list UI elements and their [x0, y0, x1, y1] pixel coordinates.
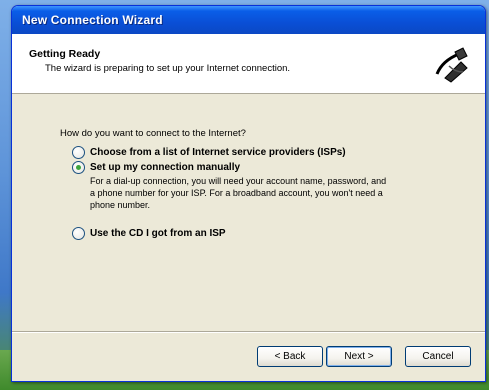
- radio-isp-cd[interactable]: [72, 227, 85, 240]
- option-manual-setup[interactable]: Set up my connection manually: [72, 161, 240, 174]
- footer-divider: [12, 331, 485, 333]
- radio-manual-setup[interactable]: [72, 161, 85, 174]
- next-button[interactable]: Next >: [326, 346, 392, 367]
- option-choose-isp[interactable]: Choose from a list of Internet service p…: [72, 146, 346, 159]
- window-title: New Connection Wizard: [22, 13, 163, 27]
- connection-wizard-icon: [431, 44, 471, 84]
- cancel-button[interactable]: Cancel: [405, 346, 471, 367]
- connection-question: How do you want to connect to the Intern…: [60, 128, 246, 139]
- radio-choose-isp[interactable]: [72, 146, 85, 159]
- wizard-header: Getting Ready The wizard is preparing to…: [12, 34, 485, 94]
- option-choose-isp-label: Choose from a list of Internet service p…: [90, 147, 346, 158]
- manual-setup-description: For a dial-up connection, you will need …: [90, 176, 387, 210]
- option-isp-cd[interactable]: Use the CD I got from an ISP: [72, 227, 226, 240]
- header-title: Getting Ready: [29, 48, 101, 60]
- option-manual-setup-label: Set up my connection manually: [90, 162, 241, 173]
- wizard-content: How do you want to connect to the Intern…: [12, 94, 485, 333]
- wizard-window: New Connection Wizard Getting Ready The …: [11, 5, 486, 382]
- title-bar[interactable]: New Connection Wizard: [12, 6, 485, 34]
- header-subtitle: The wizard is preparing to set up your I…: [45, 63, 291, 74]
- back-button[interactable]: < Back: [257, 346, 323, 367]
- option-isp-cd-label: Use the CD I got from an ISP: [90, 228, 226, 239]
